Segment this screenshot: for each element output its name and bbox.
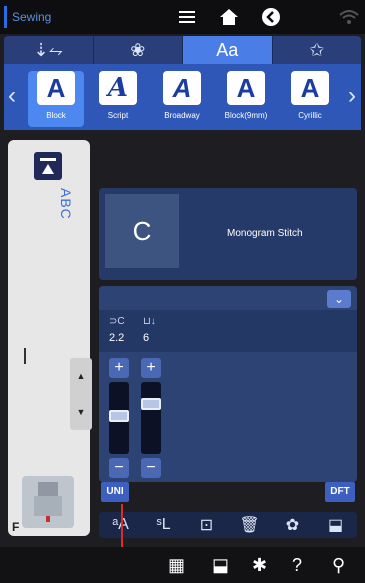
preview-scroll: ▲ ▼	[70, 358, 92, 430]
width-slider-knob[interactable]	[109, 410, 129, 422]
top-bar: Sewing	[0, 0, 365, 34]
help-icon[interactable]: ?	[292, 555, 302, 576]
font-label: Block(9mm)	[224, 111, 268, 120]
stitch-info-panel: C Monogram Stitch	[99, 188, 357, 280]
foot-letter: F	[12, 520, 20, 534]
save-icon[interactable]: ⬓	[212, 555, 229, 576]
font-item-script[interactable]: A Script	[90, 71, 146, 127]
font-glyph: A	[37, 71, 75, 105]
font-label: Block	[46, 111, 66, 120]
presser-foot-icon[interactable]	[22, 476, 74, 528]
category-tabs: ⇣⥊ ❀ Aa ✩	[4, 36, 361, 64]
pattern-preview: ABC ▲ ▼ F	[8, 140, 92, 536]
settings-icon[interactable]: ✱	[252, 555, 267, 576]
font-label: Broadway	[164, 111, 200, 120]
text-cursor	[24, 348, 26, 364]
scroll-left-icon[interactable]: ‹	[6, 82, 18, 110]
width-minus-button[interactable]: −	[109, 458, 129, 478]
length-plus-button[interactable]: +	[141, 358, 161, 378]
font-item-block[interactable]: A Block	[28, 71, 84, 127]
font-item-block-9mm[interactable]: A Block(9mm)	[218, 71, 274, 127]
preview-text: ABC	[58, 188, 74, 220]
tab-patterns[interactable]: ❀	[94, 36, 183, 64]
menu-icon[interactable]	[176, 6, 198, 28]
length-minus-button[interactable]: −	[141, 458, 161, 478]
tab-fonts[interactable]: Aa	[183, 36, 273, 64]
length-slider[interactable]	[141, 382, 161, 454]
embroidery-icon[interactable]: ⬓	[314, 515, 357, 535]
tab-decorative-stitch[interactable]: ⇣⥊	[4, 36, 94, 64]
font-label: Script	[107, 111, 129, 120]
stitch-char: C	[132, 216, 152, 246]
mode-label: Sewing	[4, 6, 51, 28]
font-item-cyrillic[interactable]: A Cyrillic	[282, 71, 338, 127]
wifi-icon	[338, 6, 360, 28]
stitch-length-icon: ⊔↓	[143, 316, 156, 327]
stitch-width-icon: ⊃C	[109, 316, 125, 327]
font-label: Cyrillic	[298, 111, 322, 120]
mode-toolbar: UNI DFT	[99, 482, 357, 502]
tab-favorites[interactable]: ✩	[273, 36, 362, 64]
stitch-length-value: 6	[143, 332, 150, 344]
settings-row	[99, 310, 357, 352]
flower-icon[interactable]: ✿	[271, 515, 314, 535]
back-icon[interactable]	[260, 6, 282, 28]
expand-dropdown-button[interactable]: ⌄	[327, 290, 351, 308]
dft-button[interactable]: DFT	[325, 482, 355, 502]
bottom-bar: ▦ ⬓ ✱ ? ⚲	[0, 547, 365, 583]
stitch-name: Monogram Stitch	[227, 228, 303, 239]
delete-icon[interactable]: 🗑	[228, 515, 271, 535]
spacing-icon[interactable]: ˢL	[142, 516, 185, 534]
font-glyph: A	[227, 71, 265, 105]
font-selector: ‹ A Block A Script A Broadway A Block(9m…	[4, 64, 361, 130]
tools-icon[interactable]: ⚲	[332, 555, 345, 576]
font-glyph: A	[99, 71, 137, 105]
save-pattern-icon[interactable]	[34, 152, 62, 180]
edit-toolbar: ᵃA ˢL ⊡ 🗑 ✿ ⬓	[99, 512, 357, 538]
uni-button[interactable]: UNI	[101, 482, 129, 502]
width-plus-button[interactable]: +	[109, 358, 129, 378]
font-glyph: A	[291, 71, 329, 105]
zoom-icon[interactable]: ⊡	[185, 515, 228, 535]
adjustment-panel: ⌄ ⊃C ⊔↓ 2.2 6 + + − −	[99, 286, 357, 482]
scroll-right-icon[interactable]: ›	[346, 82, 358, 110]
length-slider-knob[interactable]	[141, 398, 161, 410]
font-item-broadway[interactable]: A Broadway	[154, 71, 210, 127]
width-slider[interactable]	[109, 382, 129, 454]
scroll-down-button[interactable]: ▼	[70, 394, 92, 430]
stitch-width-value: 2.2	[109, 332, 125, 344]
font-glyph: A	[163, 71, 201, 105]
home-icon[interactable]	[218, 6, 240, 28]
preview-icon[interactable]: ▦	[168, 555, 185, 576]
scroll-up-button[interactable]: ▲	[70, 358, 92, 394]
